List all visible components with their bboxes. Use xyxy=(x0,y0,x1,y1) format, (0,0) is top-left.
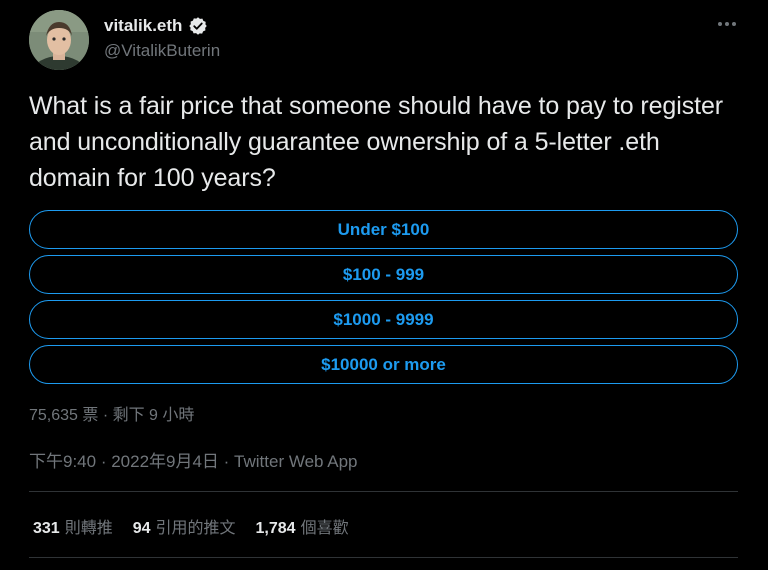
divider-top xyxy=(29,491,738,492)
retweets-count: 331 xyxy=(33,520,60,537)
quotes-count: 94 xyxy=(132,520,151,537)
tweet-text: What is a fair price that someone should… xyxy=(29,92,723,192)
timestamp-separator: · xyxy=(96,452,112,471)
poll-option-10000-or-more[interactable]: $10000 or more xyxy=(29,345,738,384)
retweets-stat[interactable]: 331 則轉推 xyxy=(33,514,113,538)
timestamp-row: 下午9:40 · 2022年9月4日 · Twitter Web App xyxy=(29,447,358,472)
tweet-time[interactable]: 下午9:40 xyxy=(29,452,96,471)
quotes-stat[interactable]: 94 引用的推文 xyxy=(133,514,236,538)
author-display-name[interactable]: vitalik.eth xyxy=(104,16,182,36)
engagement-stats: 331 則轉推 94 引用的推文 1,784 個喜歡 xyxy=(33,514,349,538)
likes-stat[interactable]: 1,784 個喜歡 xyxy=(256,514,349,538)
avatar[interactable] xyxy=(29,10,89,70)
poll-vote-count: 75,635 票 · 剩下 9 小時 xyxy=(29,407,195,424)
avatar-image xyxy=(29,10,89,70)
likes-label: 個喜歡 xyxy=(300,520,349,537)
retweets-label: 則轉推 xyxy=(64,520,113,537)
verified-badge-icon xyxy=(188,16,208,36)
poll-option-under-100[interactable]: Under $100 xyxy=(29,210,738,249)
source-separator: · xyxy=(218,452,235,471)
divider-bottom xyxy=(29,557,738,558)
likes-count: 1,784 xyxy=(255,520,296,537)
quotes-label: 引用的推文 xyxy=(155,520,236,537)
more-options-icon[interactable] xyxy=(714,14,740,34)
author-handle[interactable]: @VitalikButerin xyxy=(104,41,220,61)
tweet-date[interactable]: 2022年9月4日 xyxy=(111,452,219,471)
tweet: vitalik.eth @VitalikButerin What is a fa… xyxy=(0,0,768,570)
author-name-row[interactable]: vitalik.eth xyxy=(104,16,208,36)
tweet-source[interactable]: Twitter Web App xyxy=(234,452,357,471)
poll-option-1000-9999[interactable]: $1000 - 9999 xyxy=(29,300,738,339)
poll-option-100-999[interactable]: $100 - 999 xyxy=(29,255,738,294)
poll: Under $100 $100 - 999 $1000 - 9999 $1000… xyxy=(29,210,738,390)
